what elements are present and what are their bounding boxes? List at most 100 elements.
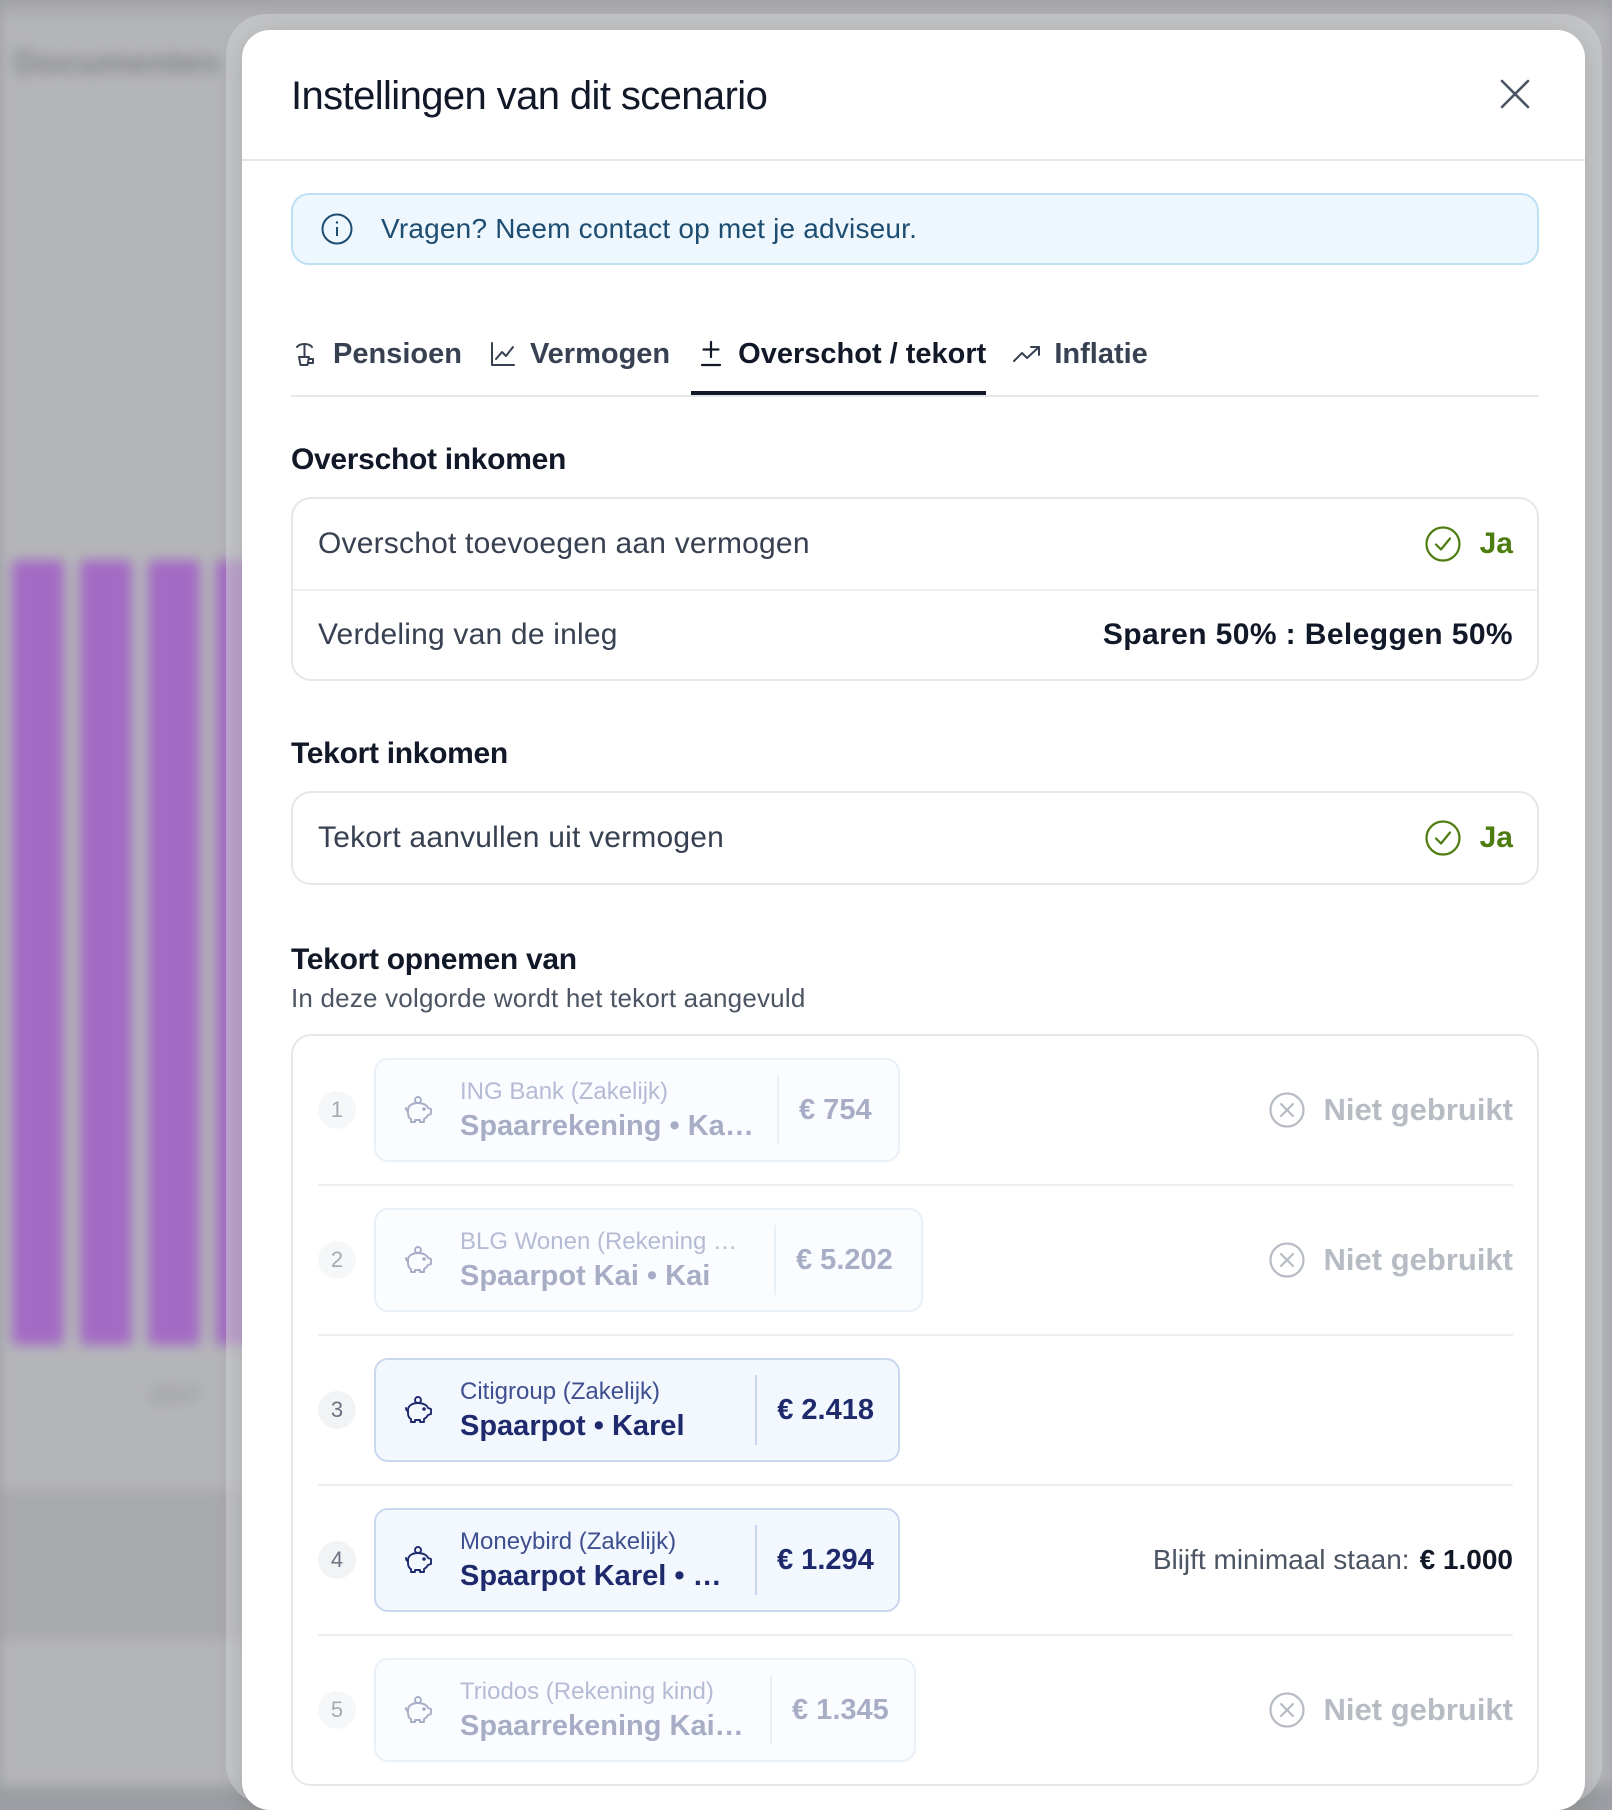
scenario-settings-modal: Instellingen van dit scenario Vragen? Ne… [242,30,1585,1810]
account-amount: € 1.294 [777,1543,874,1576]
deficit-card: Tekort aanvullen uit vermogen Ja [291,791,1539,885]
account-amount: € 5.202 [796,1243,893,1276]
surplus-add-row[interactable]: Overschot toevoegen aan vermogen Ja [293,499,1537,589]
x-circle-icon [1268,1091,1306,1129]
withdraw-item[interactable]: 5 Triodos (Rekening kind) Spaarrekening … [318,1634,1513,1784]
background-band [0,1490,260,1640]
account-separator [770,1675,772,1745]
account-chip[interactable]: Triodos (Rekening kind) Spaarrekening Ka… [374,1658,916,1762]
check-circle-icon [1424,819,1462,857]
withdraw-item[interactable]: 1 ING Bank (Zakelijk) Spaarrekening • Ka… [318,1036,1513,1184]
section-title-deficit: Tekort inkomen [291,737,508,770]
info-banner-text: Vragen? Neem contact op met je adviseur. [381,213,918,244]
x-circle-icon [1268,1691,1306,1729]
section-title-surplus: Overschot inkomen [291,443,566,476]
deficit-fill-value: Ja [1424,819,1513,857]
account-name: Spaarpot • Karel [460,1409,685,1442]
section-title-withdraw: Tekort opnemen van [291,943,577,976]
tab-label: Pensioen [333,337,462,370]
surplus-split-row[interactable]: Verdeling van de inleg Sparen 50% : Bele… [293,589,1537,679]
info-icon [320,212,354,246]
account-separator [755,1375,758,1445]
order-number: 4 [318,1541,356,1579]
account-amount: € 754 [799,1093,872,1126]
account-name: Spaarpot Kai • Kai [460,1259,711,1292]
status-unused: Niet gebruikt [1268,1241,1513,1279]
account-bank: BLG Wonen (Rekening … [460,1227,738,1255]
account-text: Moneybird (Zakelijk) Spaarpot Karel • K… [460,1528,735,1593]
yes-text: Ja [1479,527,1513,560]
status-text: Niet gebruikt [1323,1692,1513,1727]
modal-header: Instellingen van dit scenario [242,30,1585,161]
account-amount: € 1.345 [792,1693,889,1726]
status-text: Niet gebruikt [1323,1092,1513,1127]
account-chip[interactable]: Citigroup (Zakelijk) Spaarpot • Karel € … [374,1358,900,1462]
account-name: Spaarrekening Kai … [460,1709,750,1742]
tab-overschot-tekort[interactable]: Overschot / tekort [691,315,987,395]
status-unused: Niet gebruikt [1268,1691,1513,1729]
plus-minus-icon [696,339,726,369]
deficit-fill-row[interactable]: Tekort aanvullen uit vermogen Ja [293,793,1537,883]
piggy-bank-icon [402,1393,436,1427]
modal-content: Vragen? Neem contact op met je adviseur.… [291,193,1539,1786]
trend-up-icon [1012,339,1042,369]
background-year-label: 2047 [148,1382,202,1409]
status-unused: Niet gebruikt [1268,1091,1513,1129]
tab-pensioen[interactable]: Pensioen [291,315,462,393]
modal-title: Instellingen van dit scenario [291,74,768,118]
background-page-title: Documenten [14,44,220,82]
order-number: 5 [318,1691,356,1729]
account-bank: Citigroup (Zakelijk) [460,1377,661,1405]
info-banner: Vragen? Neem contact op met je adviseur. [291,193,1539,265]
account-chip[interactable]: BLG Wonen (Rekening … Spaarpot Kai • Kai… [374,1208,923,1312]
order-number: 1 [318,1091,356,1129]
account-text: BLG Wonen (Rekening … Spaarpot Kai • Kai [460,1228,754,1293]
minimum-balance-value: € 1.000 [1419,1544,1513,1575]
status-text: Niet gebruikt [1323,1242,1513,1277]
account-bank: ING Bank (Zakelijk) [460,1077,669,1105]
x-circle-icon [1268,1241,1306,1279]
yes-text: Ja [1479,821,1513,854]
withdraw-order-list: 1 ING Bank (Zakelijk) Spaarrekening • Ka… [291,1034,1539,1786]
withdraw-item[interactable]: 4 Moneybird (Zakelijk) Spaarpot Karel • … [318,1484,1513,1634]
account-name: Spaarpot Karel • K… [460,1559,735,1592]
account-separator [777,1075,779,1145]
withdraw-item[interactable]: 2 BLG Wonen (Rekening … Spaarpot Kai • K… [318,1184,1513,1334]
surplus-card: Overschot toevoegen aan vermogen Ja Verd… [291,497,1539,681]
minimum-balance: Blijft minimaal staan: € 1.000 [1153,1544,1513,1576]
background-bar [80,560,132,1345]
account-chip[interactable]: ING Bank (Zakelijk) Spaarrekening • Kare… [374,1058,900,1162]
withdraw-subtitle: In deze volgorde wordt het tekort aangev… [291,983,806,1013]
account-bank: Triodos (Rekening kind) [460,1677,714,1705]
order-number: 2 [318,1241,356,1279]
surplus-split-value: Sparen 50% : Beleggen 50% [1102,618,1513,651]
account-separator [755,1525,757,1595]
background-header [0,0,1612,14]
close-button[interactable] [1493,72,1537,116]
order-number: 3 [318,1391,356,1429]
line-chart-icon [488,339,518,369]
surplus-split-label: Verdeling van de inleg [318,618,618,651]
account-bank: Moneybird (Zakelijk) [460,1527,677,1555]
tab-label: Vermogen [529,337,671,370]
tab-vermogen[interactable]: Vermogen [488,315,670,393]
account-amount: € 2.418 [777,1393,874,1426]
close-icon [1500,79,1530,109]
piggy-bank-icon [402,1693,436,1727]
tab-inflatie[interactable]: Inflatie [1012,315,1148,393]
background-bar [12,560,64,1345]
account-chip[interactable]: Moneybird (Zakelijk) Spaarpot Karel • K…… [374,1508,900,1612]
account-text: Citigroup (Zakelijk) Spaarpot • Karel [460,1378,735,1443]
surplus-add-label: Overschot toevoegen aan vermogen [318,527,810,560]
minimum-balance-label: Blijft minimaal staan: [1152,1544,1410,1575]
pension-icon [291,339,321,369]
account-name: Spaarrekening • Karel [460,1109,757,1142]
piggy-bank-icon [402,1243,436,1277]
background-bar [148,560,200,1345]
account-separator [774,1225,776,1295]
check-circle-icon [1424,525,1462,563]
piggy-bank-icon [402,1093,436,1127]
withdraw-item[interactable]: 3 Citigroup (Zakelijk) Spaarpot • Karel … [318,1334,1513,1484]
account-text: ING Bank (Zakelijk) Spaarrekening • Kare… [460,1078,757,1143]
piggy-bank-icon [402,1543,436,1577]
